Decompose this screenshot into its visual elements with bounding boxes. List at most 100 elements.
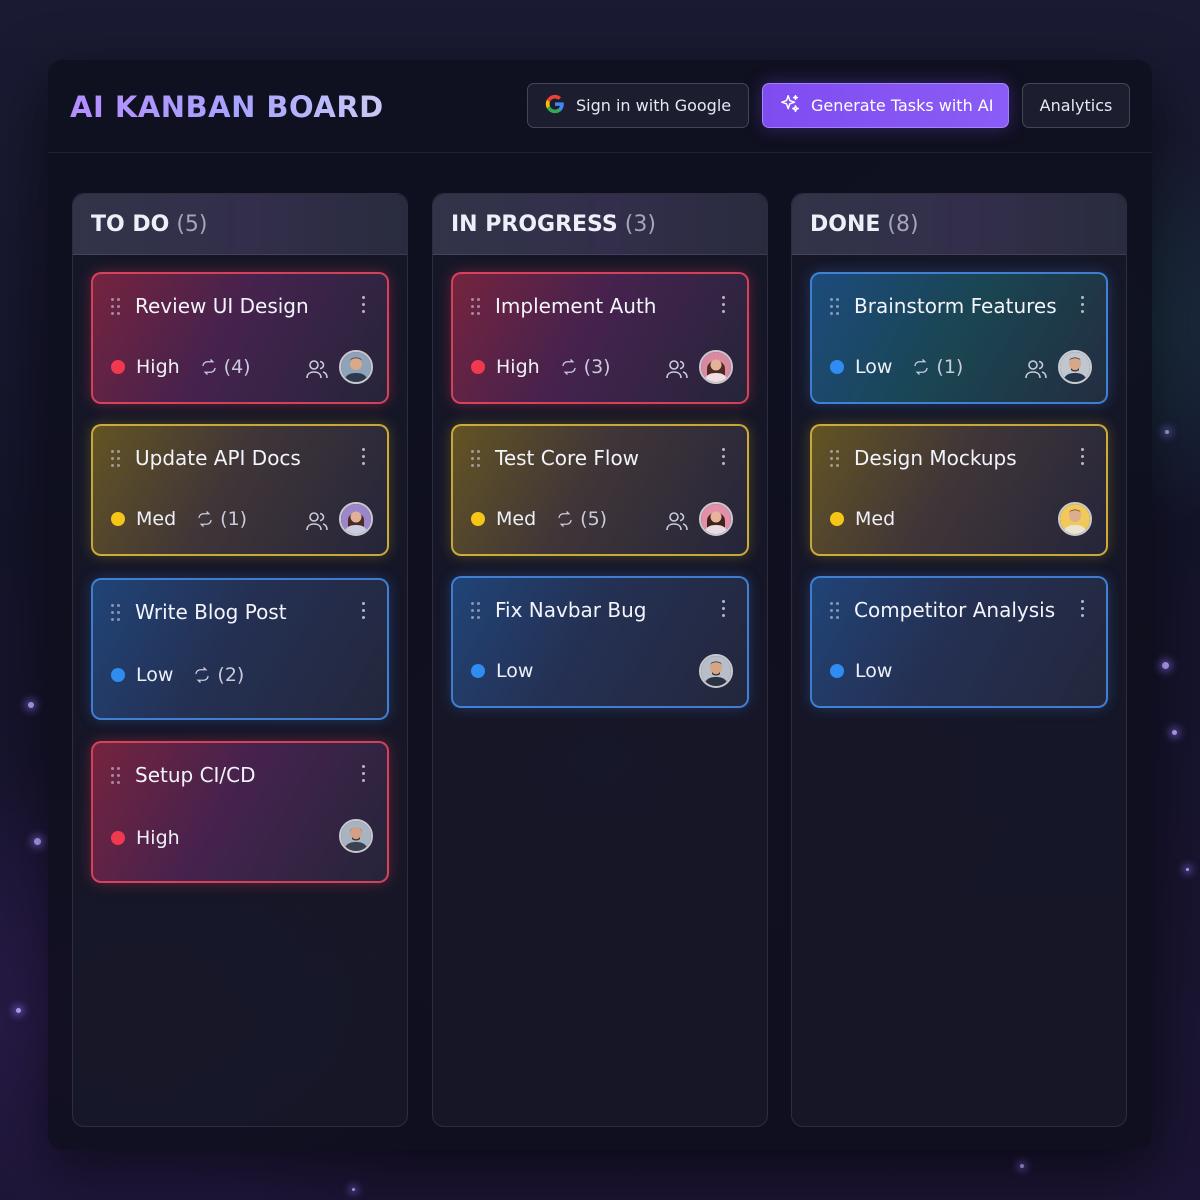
avatar[interactable]: [699, 654, 733, 688]
column-title: IN PROGRESS: [451, 211, 618, 237]
task-card[interactable]: Implement Auth High (3): [451, 272, 749, 404]
google-icon: [544, 93, 566, 119]
drag-handle-icon[interactable]: [471, 450, 483, 468]
task-card[interactable]: Write Blog Post Low (2): [91, 578, 389, 720]
kebab-menu-icon[interactable]: [361, 602, 367, 622]
priority-dot: [111, 668, 125, 682]
avatar[interactable]: [339, 819, 373, 853]
priority-dot: [471, 664, 485, 678]
priority-label: High: [136, 827, 180, 849]
column-header: TO DO (5): [73, 194, 407, 255]
repeat-icon: [198, 511, 212, 527]
task-meta: High (4): [111, 356, 251, 378]
task-card[interactable]: Setup CI/CD High: [91, 741, 389, 883]
google-sign-in-button[interactable]: Sign in with Google: [527, 83, 749, 128]
priority-dot: [830, 360, 844, 374]
kebab-menu-icon[interactable]: [361, 765, 367, 785]
task-title: Implement Auth: [495, 294, 657, 318]
avatar[interactable]: [1058, 350, 1092, 384]
google-sign-in-label: Sign in with Google: [576, 96, 732, 115]
users-icon[interactable]: [665, 510, 689, 532]
kebab-menu-icon[interactable]: [1080, 296, 1086, 316]
users-icon[interactable]: [665, 358, 689, 380]
kebab-menu-icon[interactable]: [721, 600, 727, 620]
column-count: (8): [887, 211, 919, 237]
subtask-count: (5): [556, 508, 607, 530]
drag-handle-icon[interactable]: [471, 298, 483, 316]
column-count: (3): [624, 211, 656, 237]
task-meta: Low: [830, 660, 892, 682]
generate-tasks-button[interactable]: Generate Tasks with AI: [762, 83, 1009, 128]
users-icon[interactable]: [1024, 358, 1048, 380]
column-done: DONE (8) Brainstorm Features Low (1) Des…: [791, 193, 1127, 1127]
repeat-icon: [558, 511, 572, 527]
drag-handle-icon[interactable]: [111, 450, 123, 468]
drag-handle-icon[interactable]: [111, 767, 123, 785]
drag-handle-icon[interactable]: [830, 602, 842, 620]
task-card[interactable]: Design Mockups Med: [810, 424, 1108, 556]
drag-handle-icon[interactable]: [830, 450, 842, 468]
task-meta: Low: [471, 660, 533, 682]
avatar[interactable]: [339, 502, 373, 536]
generate-tasks-label: Generate Tasks with AI: [811, 96, 994, 115]
priority-dot: [111, 512, 125, 526]
task-title: Update API Docs: [135, 446, 301, 470]
drag-handle-icon[interactable]: [111, 298, 123, 316]
task-title: Setup CI/CD: [135, 763, 256, 787]
priority-label: High: [136, 356, 180, 378]
avatar[interactable]: [1058, 502, 1092, 536]
kebab-menu-icon[interactable]: [361, 448, 367, 468]
avatar[interactable]: [699, 350, 733, 384]
task-title: Design Mockups: [854, 446, 1017, 470]
task-meta: Low (2): [111, 664, 244, 686]
priority-label: Low: [136, 664, 174, 686]
repeat-icon: [195, 667, 210, 683]
avatar[interactable]: [339, 350, 373, 384]
task-card[interactable]: Review UI Design High (4): [91, 272, 389, 404]
kebab-menu-icon[interactable]: [1080, 600, 1086, 620]
subtask-count: (2): [193, 664, 244, 686]
task-meta: Med (5): [471, 508, 607, 530]
kebab-menu-icon[interactable]: [361, 296, 367, 316]
task-card[interactable]: Test Core Flow Med (5): [451, 424, 749, 556]
task-card[interactable]: Update API Docs Med (1): [91, 424, 389, 556]
kebab-menu-icon[interactable]: [721, 296, 727, 316]
users-icon[interactable]: [305, 358, 329, 380]
priority-dot: [830, 664, 844, 678]
task-card[interactable]: Competitor Analysis Low: [810, 576, 1108, 708]
task-meta: Med (1): [111, 508, 247, 530]
task-meta: High (3): [471, 356, 611, 378]
priority-dot: [111, 831, 125, 845]
column-header: IN PROGRESS (3): [433, 194, 767, 255]
task-meta: Low (1): [830, 356, 963, 378]
drag-handle-icon[interactable]: [830, 298, 842, 316]
priority-dot: [111, 360, 125, 374]
drag-handle-icon[interactable]: [471, 602, 483, 620]
drag-handle-icon[interactable]: [111, 604, 123, 622]
avatar[interactable]: [699, 502, 733, 536]
task-title: Test Core Flow: [495, 446, 640, 470]
priority-label: High: [496, 356, 540, 378]
app-header: AI KANBAN BOARD Sign in with Google Gene…: [48, 60, 1152, 153]
subtask-count: (1): [912, 356, 963, 378]
analytics-button[interactable]: Analytics: [1022, 83, 1130, 128]
column-title: TO DO: [91, 211, 170, 237]
kebab-menu-icon[interactable]: [1080, 448, 1086, 468]
kebab-menu-icon[interactable]: [721, 448, 727, 468]
task-title: Fix Navbar Bug: [495, 598, 647, 622]
task-title: Brainstorm Features: [854, 294, 1057, 318]
task-card[interactable]: Brainstorm Features Low (1): [810, 272, 1108, 404]
subtask-count: (3): [560, 356, 611, 378]
subtask-count: (4): [200, 356, 251, 378]
task-title: Review UI Design: [135, 294, 309, 318]
users-icon[interactable]: [305, 510, 329, 532]
task-card[interactable]: Fix Navbar Bug Low: [451, 576, 749, 708]
priority-label: Med: [855, 508, 896, 530]
repeat-icon: [561, 359, 576, 375]
column-title: DONE: [810, 211, 881, 237]
repeat-icon: [201, 359, 216, 375]
task-meta: Med: [830, 508, 895, 530]
app-window: AI KANBAN BOARD Sign in with Google Gene…: [48, 60, 1152, 1150]
subtask-count: (1): [196, 508, 247, 530]
repeat-icon: [914, 359, 929, 375]
